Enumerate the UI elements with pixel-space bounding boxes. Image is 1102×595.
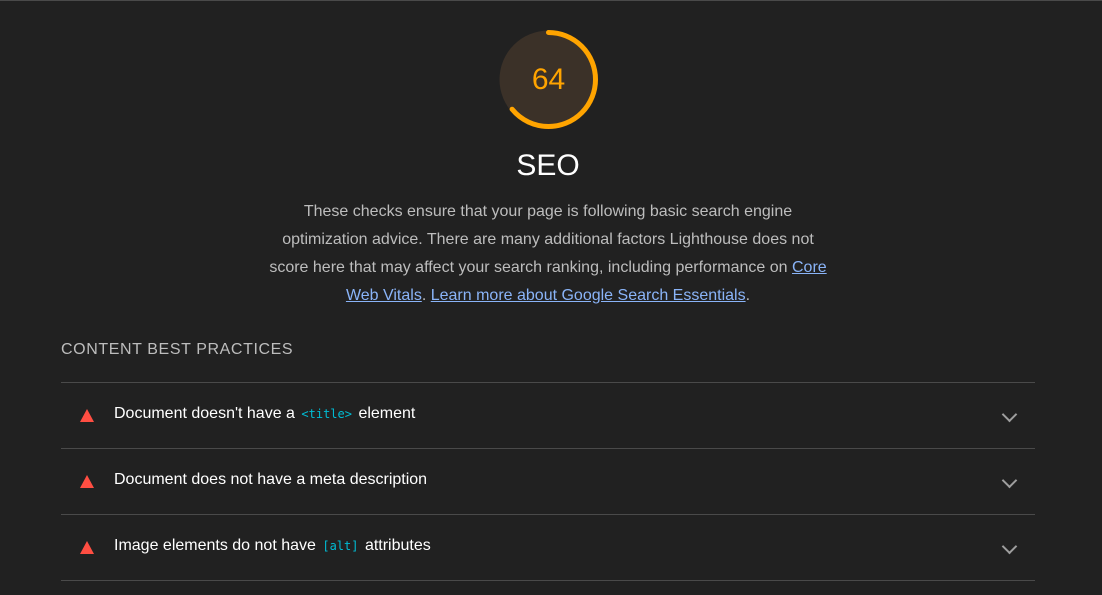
score-gauge[interactable]: 64 bbox=[497, 28, 600, 131]
audit-title: Document doesn't have a <title> element bbox=[114, 405, 415, 423]
fail-triangle-icon bbox=[80, 475, 94, 488]
description-separator: . bbox=[421, 287, 427, 304]
audit-title-suffix: attributes bbox=[364, 537, 431, 554]
score-value: 64 bbox=[531, 63, 566, 96]
audit-list: Document doesn't have a <title> element … bbox=[61, 382, 1035, 581]
fail-triangle-icon bbox=[80, 409, 94, 422]
audit-title-suffix: element bbox=[358, 405, 416, 422]
category-description: These checks ensure that your page is fo… bbox=[261, 198, 835, 310]
top-divider bbox=[0, 0, 1102, 1]
audit-title: Image elements do not have [alt] attribu… bbox=[114, 537, 431, 555]
audit-meta-description[interactable]: Document does not have a meta descriptio… bbox=[61, 448, 1035, 514]
audit-title: Document does not have a meta descriptio… bbox=[114, 471, 427, 489]
description-text: These checks ensure that your page is fo… bbox=[269, 203, 814, 276]
chevron-down-icon[interactable] bbox=[1001, 472, 1018, 489]
audit-title-text: Image elements do not have bbox=[114, 537, 316, 554]
category-title: SEO bbox=[516, 149, 580, 182]
audit-code: <title> bbox=[301, 407, 352, 421]
group-title: CONTENT BEST PRACTICES bbox=[61, 341, 294, 358]
audit-title-text: Document does not have a meta descriptio… bbox=[114, 471, 428, 488]
chevron-down-icon[interactable] bbox=[1001, 538, 1018, 555]
audit-title-text: Document doesn't have a bbox=[114, 405, 295, 422]
audit-code: [alt] bbox=[322, 539, 359, 553]
description-end: . bbox=[745, 287, 751, 304]
fail-triangle-icon bbox=[80, 541, 94, 554]
chevron-down-icon[interactable] bbox=[1001, 406, 1018, 423]
learn-more-link[interactable]: Learn more about Google Search Essential… bbox=[431, 287, 746, 304]
audit-document-title[interactable]: Document doesn't have a <title> element bbox=[61, 382, 1035, 448]
audit-image-alt[interactable]: Image elements do not have [alt] attribu… bbox=[61, 514, 1035, 581]
